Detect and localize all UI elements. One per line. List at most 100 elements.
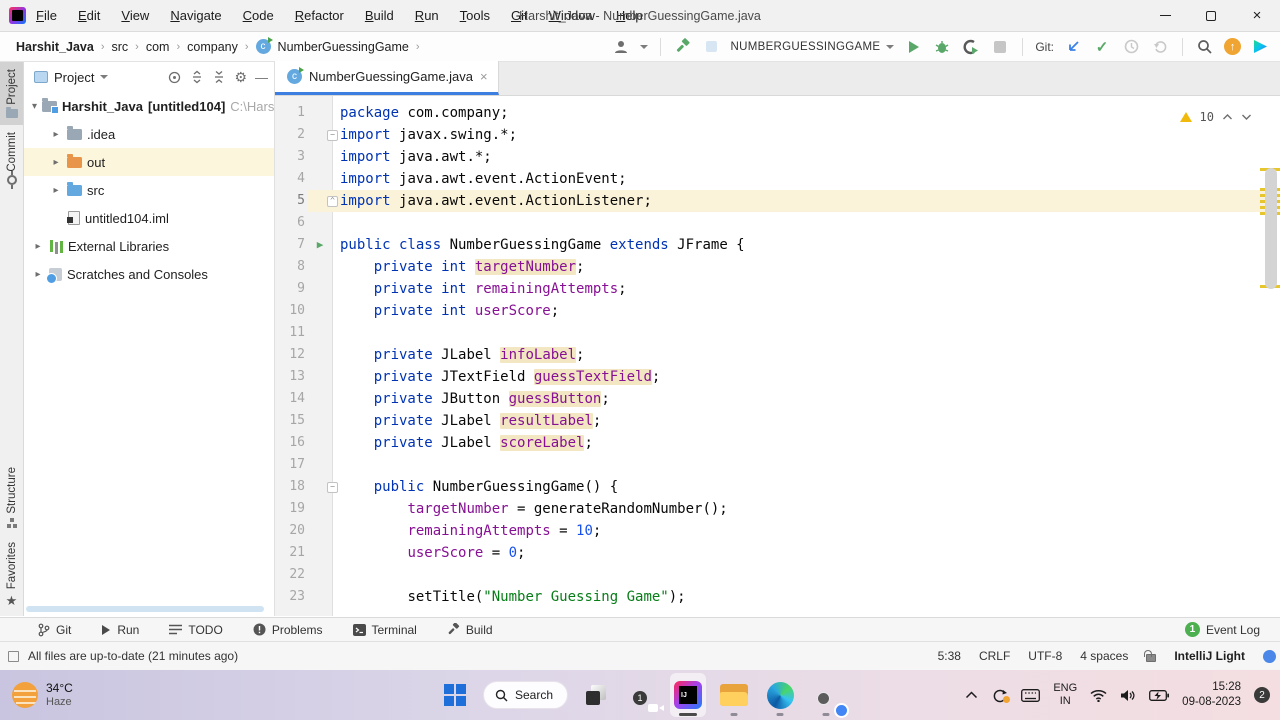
code-line[interactable]: 8 private int targetNumber; [275, 256, 1280, 278]
scrollbar-thumb[interactable] [1265, 168, 1277, 289]
breadcrumb-project[interactable]: Harshit_Java [16, 40, 94, 54]
code-line[interactable]: 7 ▶ public class NumberGuessingGame extend… [275, 234, 1280, 256]
tree-row-out[interactable]: ▸ out [24, 148, 274, 176]
menu-refactor[interactable]: Refactor [295, 8, 344, 23]
breadcrumb-com[interactable]: com [146, 40, 170, 54]
code-line[interactable]: 21 userScore = 0; [275, 542, 1280, 564]
tree-expand-icon[interactable]: ▸ [50, 129, 62, 140]
settings-gear-icon[interactable]: ⚙ [234, 69, 247, 86]
vertical-scrollbar[interactable] [1258, 98, 1280, 616]
code-text[interactable]: import javax.swing.*; [333, 124, 517, 146]
code-with-me-icon[interactable] [1250, 37, 1270, 57]
volume-icon[interactable] [1120, 689, 1136, 702]
menu-edit[interactable]: Edit [78, 8, 100, 23]
tree-expand-icon[interactable]: ▸ [50, 157, 62, 168]
notification-dot-icon[interactable] [1263, 649, 1276, 663]
code-line[interactable]: 4 import java.awt.event.ActionEvent; [275, 168, 1280, 190]
menu-view[interactable]: View [121, 8, 149, 23]
breadcrumb-class[interactable]: NumberGuessingGame [278, 40, 409, 54]
readonly-lock-icon[interactable] [1144, 650, 1157, 662]
touch-keyboard-icon[interactable] [1021, 688, 1041, 702]
fold-gutter-icon[interactable] [307, 476, 338, 498]
code-text[interactable]: private int remainingAttempts; [333, 278, 627, 300]
menu-tools[interactable]: Tools [460, 8, 490, 23]
caret-position[interactable]: 5:38 [938, 649, 961, 663]
run-class-gutter-icon[interactable]: ▶ [307, 234, 333, 256]
chat-app-button[interactable]: 1 [624, 673, 660, 717]
background-tasks-icon[interactable] [8, 650, 19, 662]
search-everywhere-icon[interactable] [1195, 37, 1215, 57]
code-line[interactable]: 13 private JTextField guessTextField; [275, 366, 1280, 388]
menu-code[interactable]: Code [243, 8, 274, 23]
menu-run[interactable]: Run [415, 8, 439, 23]
expand-all-button[interactable] [190, 70, 204, 84]
user-profile-icon[interactable] [611, 37, 631, 57]
code-line[interactable]: 9 private int remainingAttempts; [275, 278, 1280, 300]
code-text[interactable] [333, 564, 340, 586]
code-text[interactable]: public NumberGuessingGame() { [333, 476, 618, 498]
task-view-button[interactable] [578, 673, 614, 717]
theme-name[interactable]: IntelliJ Light [1174, 649, 1245, 663]
onedrive-sync-icon[interactable] [991, 688, 1011, 703]
code-text[interactable]: private JLabel infoLabel; [333, 344, 584, 366]
horizontal-scrollbar[interactable] [26, 606, 264, 612]
taskbar-clock[interactable]: 15:28 09-08-2023 [1182, 680, 1241, 710]
inspections-widget[interactable]: 10 [1179, 110, 1252, 124]
run-configuration-select[interactable]: NUMBERGUESSINGGAME [731, 41, 895, 53]
code-line[interactable]: 16 private JLabel scoreLabel; [275, 432, 1280, 454]
locate-file-button[interactable] [167, 70, 182, 85]
minimize-button[interactable] [1142, 0, 1188, 32]
tree-row-project-root[interactable]: ▾ Harshit_Java [untitled104] C:\Harshit_… [24, 92, 274, 120]
code-line[interactable]: 17 [275, 454, 1280, 476]
code-text[interactable]: remainingAttempts = 10; [333, 520, 601, 542]
code-text[interactable]: private int userScore; [333, 300, 559, 322]
code-line[interactable]: 18 public NumberGuessingGame() { [275, 476, 1280, 498]
git-update-button[interactable] [1063, 37, 1083, 57]
collapse-all-button[interactable] [212, 70, 226, 84]
menu-navigate[interactable]: Navigate [170, 8, 221, 23]
code-text[interactable]: private JLabel resultLabel; [333, 410, 601, 432]
code-text[interactable]: setTitle("Number Guessing Game"); [333, 586, 685, 608]
code-line[interactable]: 20 remainingAttempts = 10; [275, 520, 1280, 542]
taskbar-search[interactable]: Search [483, 681, 569, 709]
code-text[interactable]: public class NumberGuessingGame extends … [333, 234, 745, 256]
tool-tab-structure[interactable]: Structure [6, 460, 18, 535]
code-line[interactable]: 6 [275, 212, 1280, 234]
toolwindow-git[interactable]: Git [38, 623, 71, 637]
code-line[interactable]: 15 private JLabel resultLabel; [275, 410, 1280, 432]
code-text[interactable]: private int targetNumber; [333, 256, 584, 278]
code-text[interactable] [333, 322, 340, 344]
tree-row-external-libraries[interactable]: ▸ External Libraries [24, 232, 274, 260]
hide-panel-button[interactable]: — [255, 70, 268, 85]
tool-tab-favorites[interactable]: Favorites ★ [6, 535, 18, 616]
next-warning-icon[interactable] [1241, 113, 1252, 121]
weather-widget[interactable]: 34°C Haze [0, 681, 73, 709]
code-text[interactable]: private JTextField guessTextField; [333, 366, 660, 388]
tray-expand-icon[interactable] [965, 691, 978, 699]
language-switcher[interactable]: ENG IN [1053, 682, 1077, 707]
tree-expand-icon[interactable]: ▾ [32, 101, 37, 112]
code-line[interactable]: 22 [275, 564, 1280, 586]
build-hammer-icon[interactable] [673, 37, 693, 57]
tree-row-iml[interactable]: untitled104.iml [24, 204, 274, 232]
line-separator[interactable]: CRLF [979, 649, 1010, 663]
toolwindow-build[interactable]: Build [447, 623, 493, 637]
code-line[interactable]: 10 private int userScore; [275, 300, 1280, 322]
update-available-icon[interactable]: ↑ [1224, 38, 1241, 55]
code-line[interactable]: 2 import javax.swing.*; [275, 124, 1280, 146]
code-text[interactable]: private JButton guessButton; [333, 388, 610, 410]
code-line[interactable]: 19 targetNumber = generateRandomNumber()… [275, 498, 1280, 520]
tool-tab-commit[interactable]: Commit [0, 125, 23, 193]
code-line[interactable]: 14 private JButton guessButton; [275, 388, 1280, 410]
code-line[interactable]: 3 import java.awt.*; [275, 146, 1280, 168]
edge-browser-button[interactable] [762, 673, 798, 717]
run-with-coverage-button[interactable] [961, 37, 981, 57]
toolwindow-todo[interactable]: TODO [169, 623, 223, 637]
tree-expand-icon[interactable]: ▸ [32, 241, 44, 252]
start-button[interactable] [437, 673, 473, 717]
breadcrumb-company[interactable]: company [187, 40, 238, 54]
code-line[interactable]: 12 private JLabel infoLabel; [275, 344, 1280, 366]
code-text[interactable]: import java.awt.*; [333, 146, 492, 168]
menu-build[interactable]: Build [365, 8, 394, 23]
close-button[interactable]: × [1234, 0, 1280, 32]
